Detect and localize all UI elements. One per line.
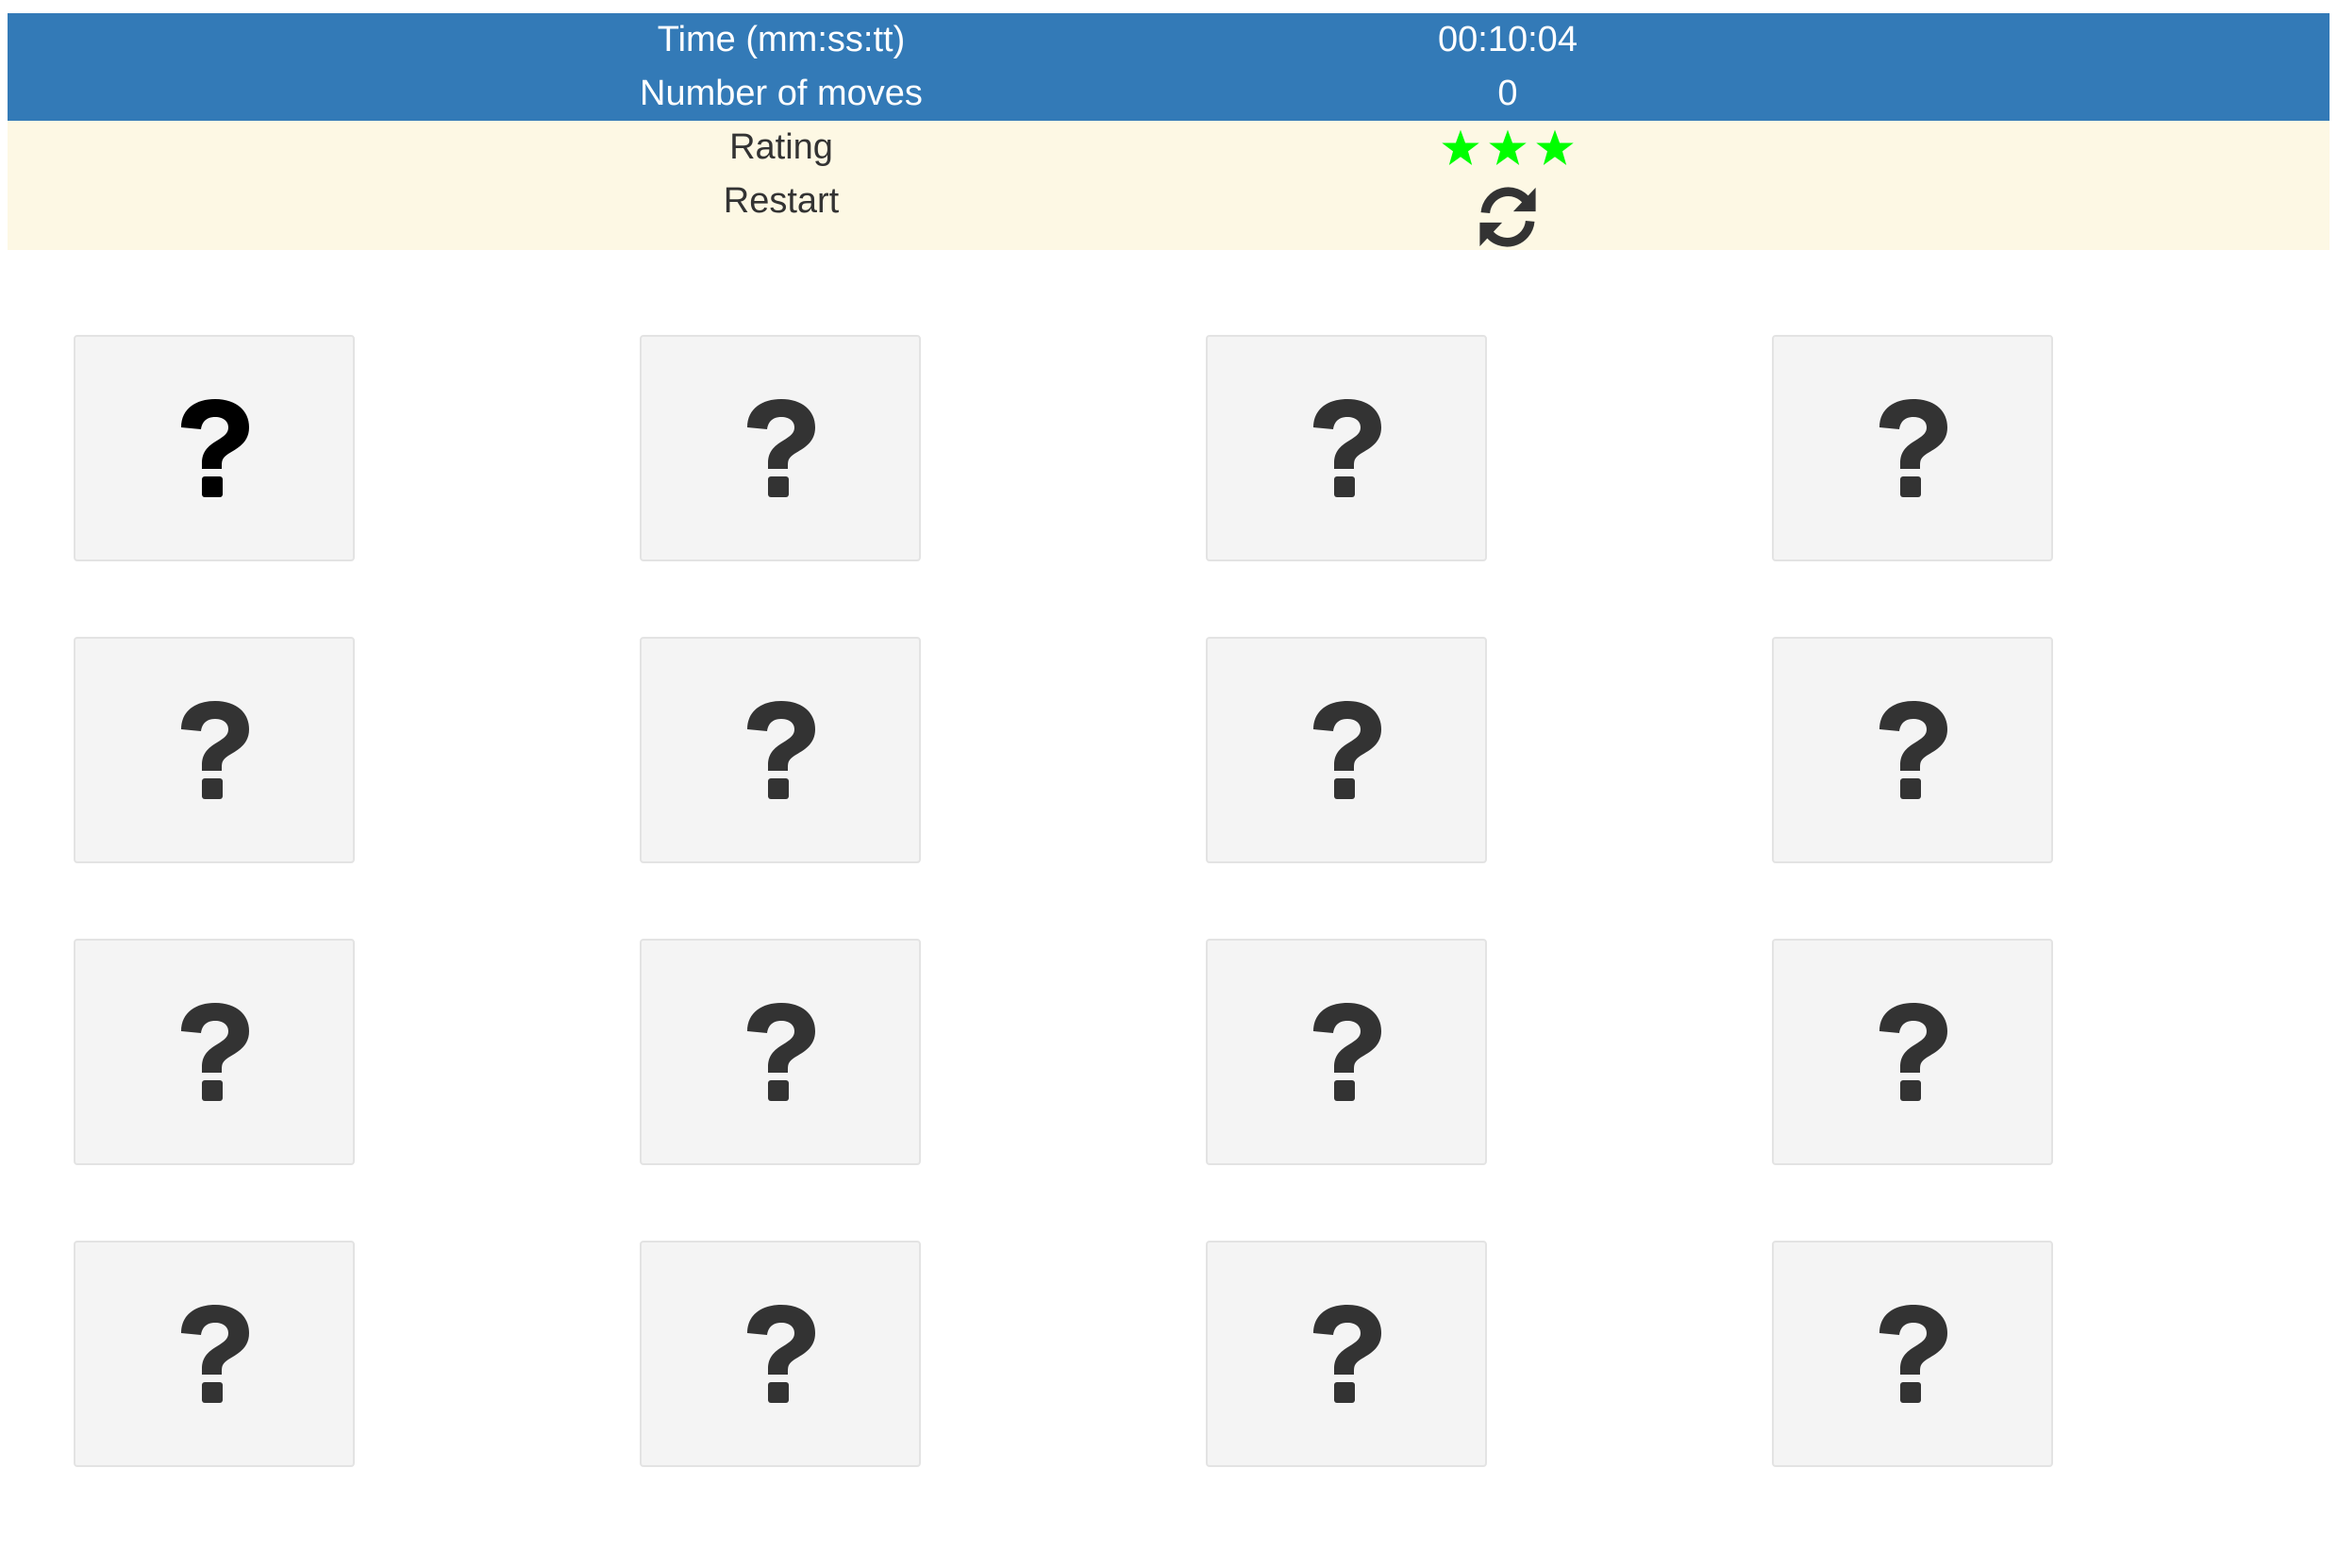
refresh-icon[interactable] [1473, 182, 1543, 252]
question-mark-icon [747, 1305, 815, 1403]
card[interactable] [74, 1241, 355, 1467]
star-icon [1536, 129, 1574, 165]
card[interactable] [640, 1241, 921, 1467]
question-mark-icon [747, 1003, 815, 1101]
moves-value: 0 [1497, 74, 1518, 113]
question-mark-icon [181, 399, 249, 497]
card[interactable] [1772, 1241, 2053, 1467]
question-mark-icon [1879, 399, 1947, 497]
question-mark-icon [1313, 1003, 1381, 1101]
question-mark-icon [1313, 1305, 1381, 1403]
question-mark-icon [181, 701, 249, 799]
card[interactable] [640, 939, 921, 1165]
question-mark-icon [181, 1003, 249, 1101]
card[interactable] [640, 637, 921, 863]
question-mark-icon [181, 1305, 249, 1403]
restart-button[interactable] [1234, 175, 1781, 252]
card[interactable] [640, 335, 921, 561]
card[interactable] [74, 939, 355, 1165]
moves-row: Number of moves 0 [8, 67, 2330, 121]
star-icon [1489, 129, 1527, 165]
card[interactable] [74, 335, 355, 561]
question-mark-icon [1879, 701, 1947, 799]
question-mark-icon [1879, 1003, 1947, 1101]
card[interactable] [1772, 637, 2053, 863]
card[interactable] [1206, 939, 1487, 1165]
question-mark-icon [1879, 1305, 1947, 1403]
card[interactable] [1206, 1241, 1487, 1467]
restart-row: Restart [8, 175, 2330, 250]
time-value: 00:10:04 [1438, 20, 1578, 59]
question-mark-icon [1313, 701, 1381, 799]
card[interactable] [1206, 335, 1487, 561]
question-mark-icon [1313, 399, 1381, 497]
card-deck [74, 335, 2055, 1481]
card[interactable] [1206, 637, 1487, 863]
card[interactable] [1772, 335, 2053, 561]
time-row: Time (mm:ss:tt) 00:10:04 [8, 13, 2330, 67]
card[interactable] [74, 637, 355, 863]
rating-stars [1234, 121, 1781, 175]
star-icon [1442, 129, 1479, 165]
question-mark-icon [747, 701, 815, 799]
card[interactable] [1772, 939, 2053, 1165]
score-panel: Time (mm:ss:tt) 00:10:04 Number of moves… [8, 13, 2330, 250]
question-mark-icon [747, 399, 815, 497]
rating-value [1234, 121, 1781, 175]
rating-row: Rating [8, 121, 2330, 175]
restart-value [1234, 175, 1781, 252]
memory-game-page: Time (mm:ss:tt) 00:10:04 Number of moves… [0, 0, 2338, 1568]
